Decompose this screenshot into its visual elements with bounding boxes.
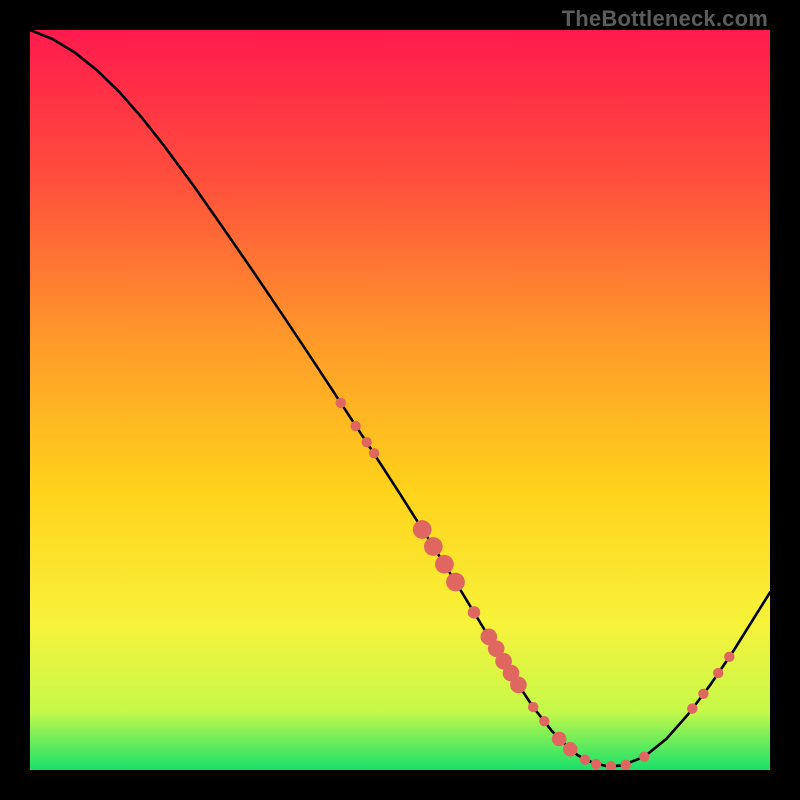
curve-dot	[591, 759, 601, 769]
curve-dot	[563, 742, 578, 757]
curve-dot	[698, 689, 708, 699]
curve-dot	[687, 703, 697, 713]
curve-dot	[468, 606, 480, 618]
curve-dot	[621, 760, 631, 770]
curve-dot	[639, 751, 649, 761]
curve-dot	[552, 732, 567, 747]
chart-stage: TheBottleneck.com	[0, 0, 800, 800]
plot-area	[30, 30, 770, 770]
curve-dots	[336, 398, 735, 770]
curve-dot	[528, 702, 538, 712]
curve-dot	[606, 761, 616, 770]
watermark-text: TheBottleneck.com	[562, 6, 768, 32]
curve-dot	[724, 652, 734, 662]
curve-dot	[362, 437, 372, 447]
curve-dot	[510, 677, 527, 694]
bottleneck-curve	[30, 30, 770, 766]
curve-dot	[713, 668, 723, 678]
curve-dot	[539, 716, 549, 726]
curve-dot	[336, 398, 346, 408]
curve-dot	[580, 754, 590, 764]
curve-dot	[413, 520, 432, 539]
curve-dot	[435, 555, 454, 574]
curve-dot	[424, 537, 443, 556]
curve-dot	[369, 448, 379, 458]
curve-layer	[30, 30, 770, 770]
curve-dot	[446, 573, 465, 592]
curve-dot	[350, 421, 360, 431]
